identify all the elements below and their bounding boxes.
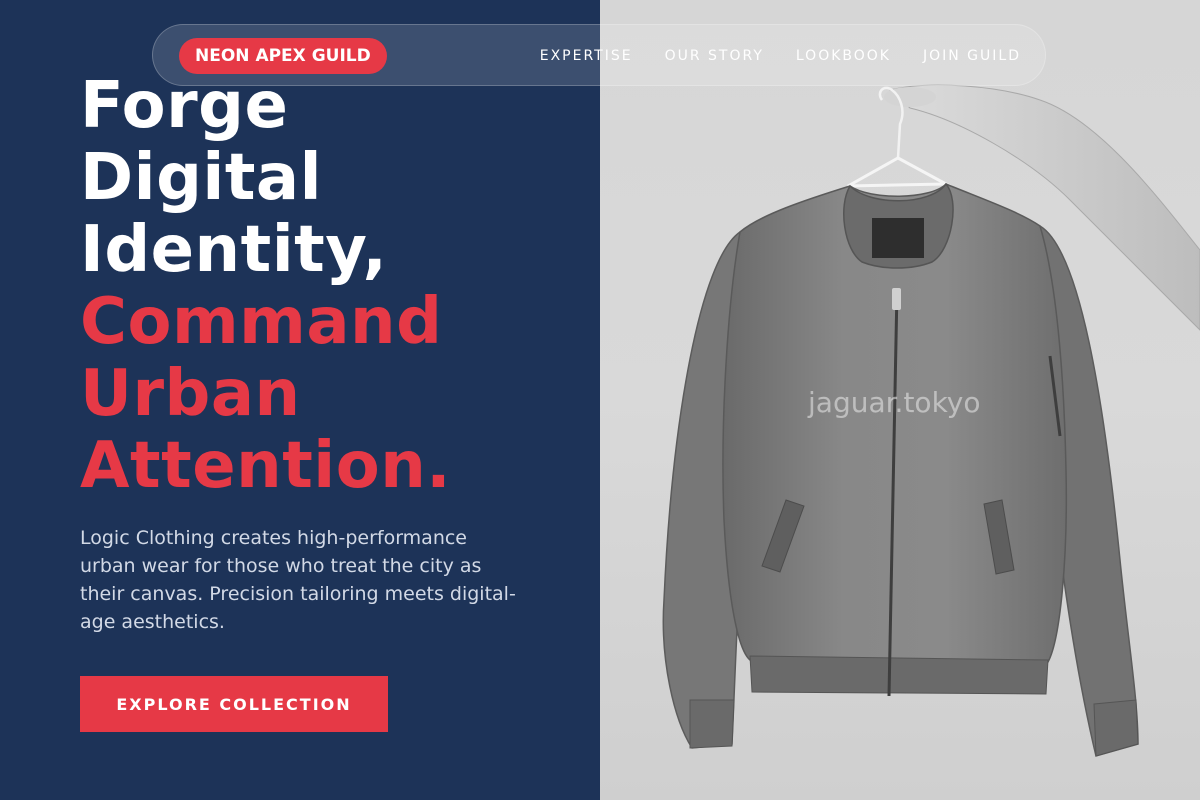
top-navbar: NEON APEX GUILD EXPERTISE OUR STORY LOOK…: [152, 24, 1046, 86]
landing-page: Forge Digital Identity, Command Urban At…: [0, 0, 1200, 800]
left-cuff: [689, 699, 735, 749]
nav-link-lookbook[interactable]: LOOKBOOK: [796, 48, 891, 64]
nav-link-our-story[interactable]: OUR STORY: [665, 48, 764, 64]
hero-text-panel: Forge Digital Identity, Command Urban At…: [0, 0, 600, 800]
jacket-label: [872, 218, 924, 258]
hero-image: jaguar.tokyo: [600, 0, 1200, 800]
explore-collection-button[interactable]: EXPLORE COLLECTION: [80, 676, 388, 732]
headline-line-5: Urban: [80, 357, 301, 431]
hero-description: Logic Clothing creates high-performance …: [80, 527, 516, 633]
photo-watermark: jaguar.tokyo: [808, 386, 981, 419]
headline-line-2: Digital: [80, 141, 323, 215]
hero-headline: Forge Digital Identity, Command Urban At…: [80, 70, 451, 502]
nav-link-expertise[interactable]: EXPERTISE: [540, 48, 633, 64]
zipper-pull: [892, 288, 901, 310]
headline-line-4: Command: [80, 285, 443, 359]
nav-link-join-guild[interactable]: JOIN GUILD: [923, 48, 1021, 64]
headline-line-3: Identity,: [80, 213, 388, 287]
headline-line-6: Attention.: [80, 429, 452, 503]
hanger-bar: [847, 156, 952, 188]
right-cuff: [1093, 699, 1139, 757]
nav-links: EXPERTISE OUR STORY LOOKBOOK JOIN GUILD: [540, 25, 1021, 87]
waistband: [749, 655, 1049, 695]
brand-logo[interactable]: NEON APEX GUILD: [179, 38, 387, 74]
